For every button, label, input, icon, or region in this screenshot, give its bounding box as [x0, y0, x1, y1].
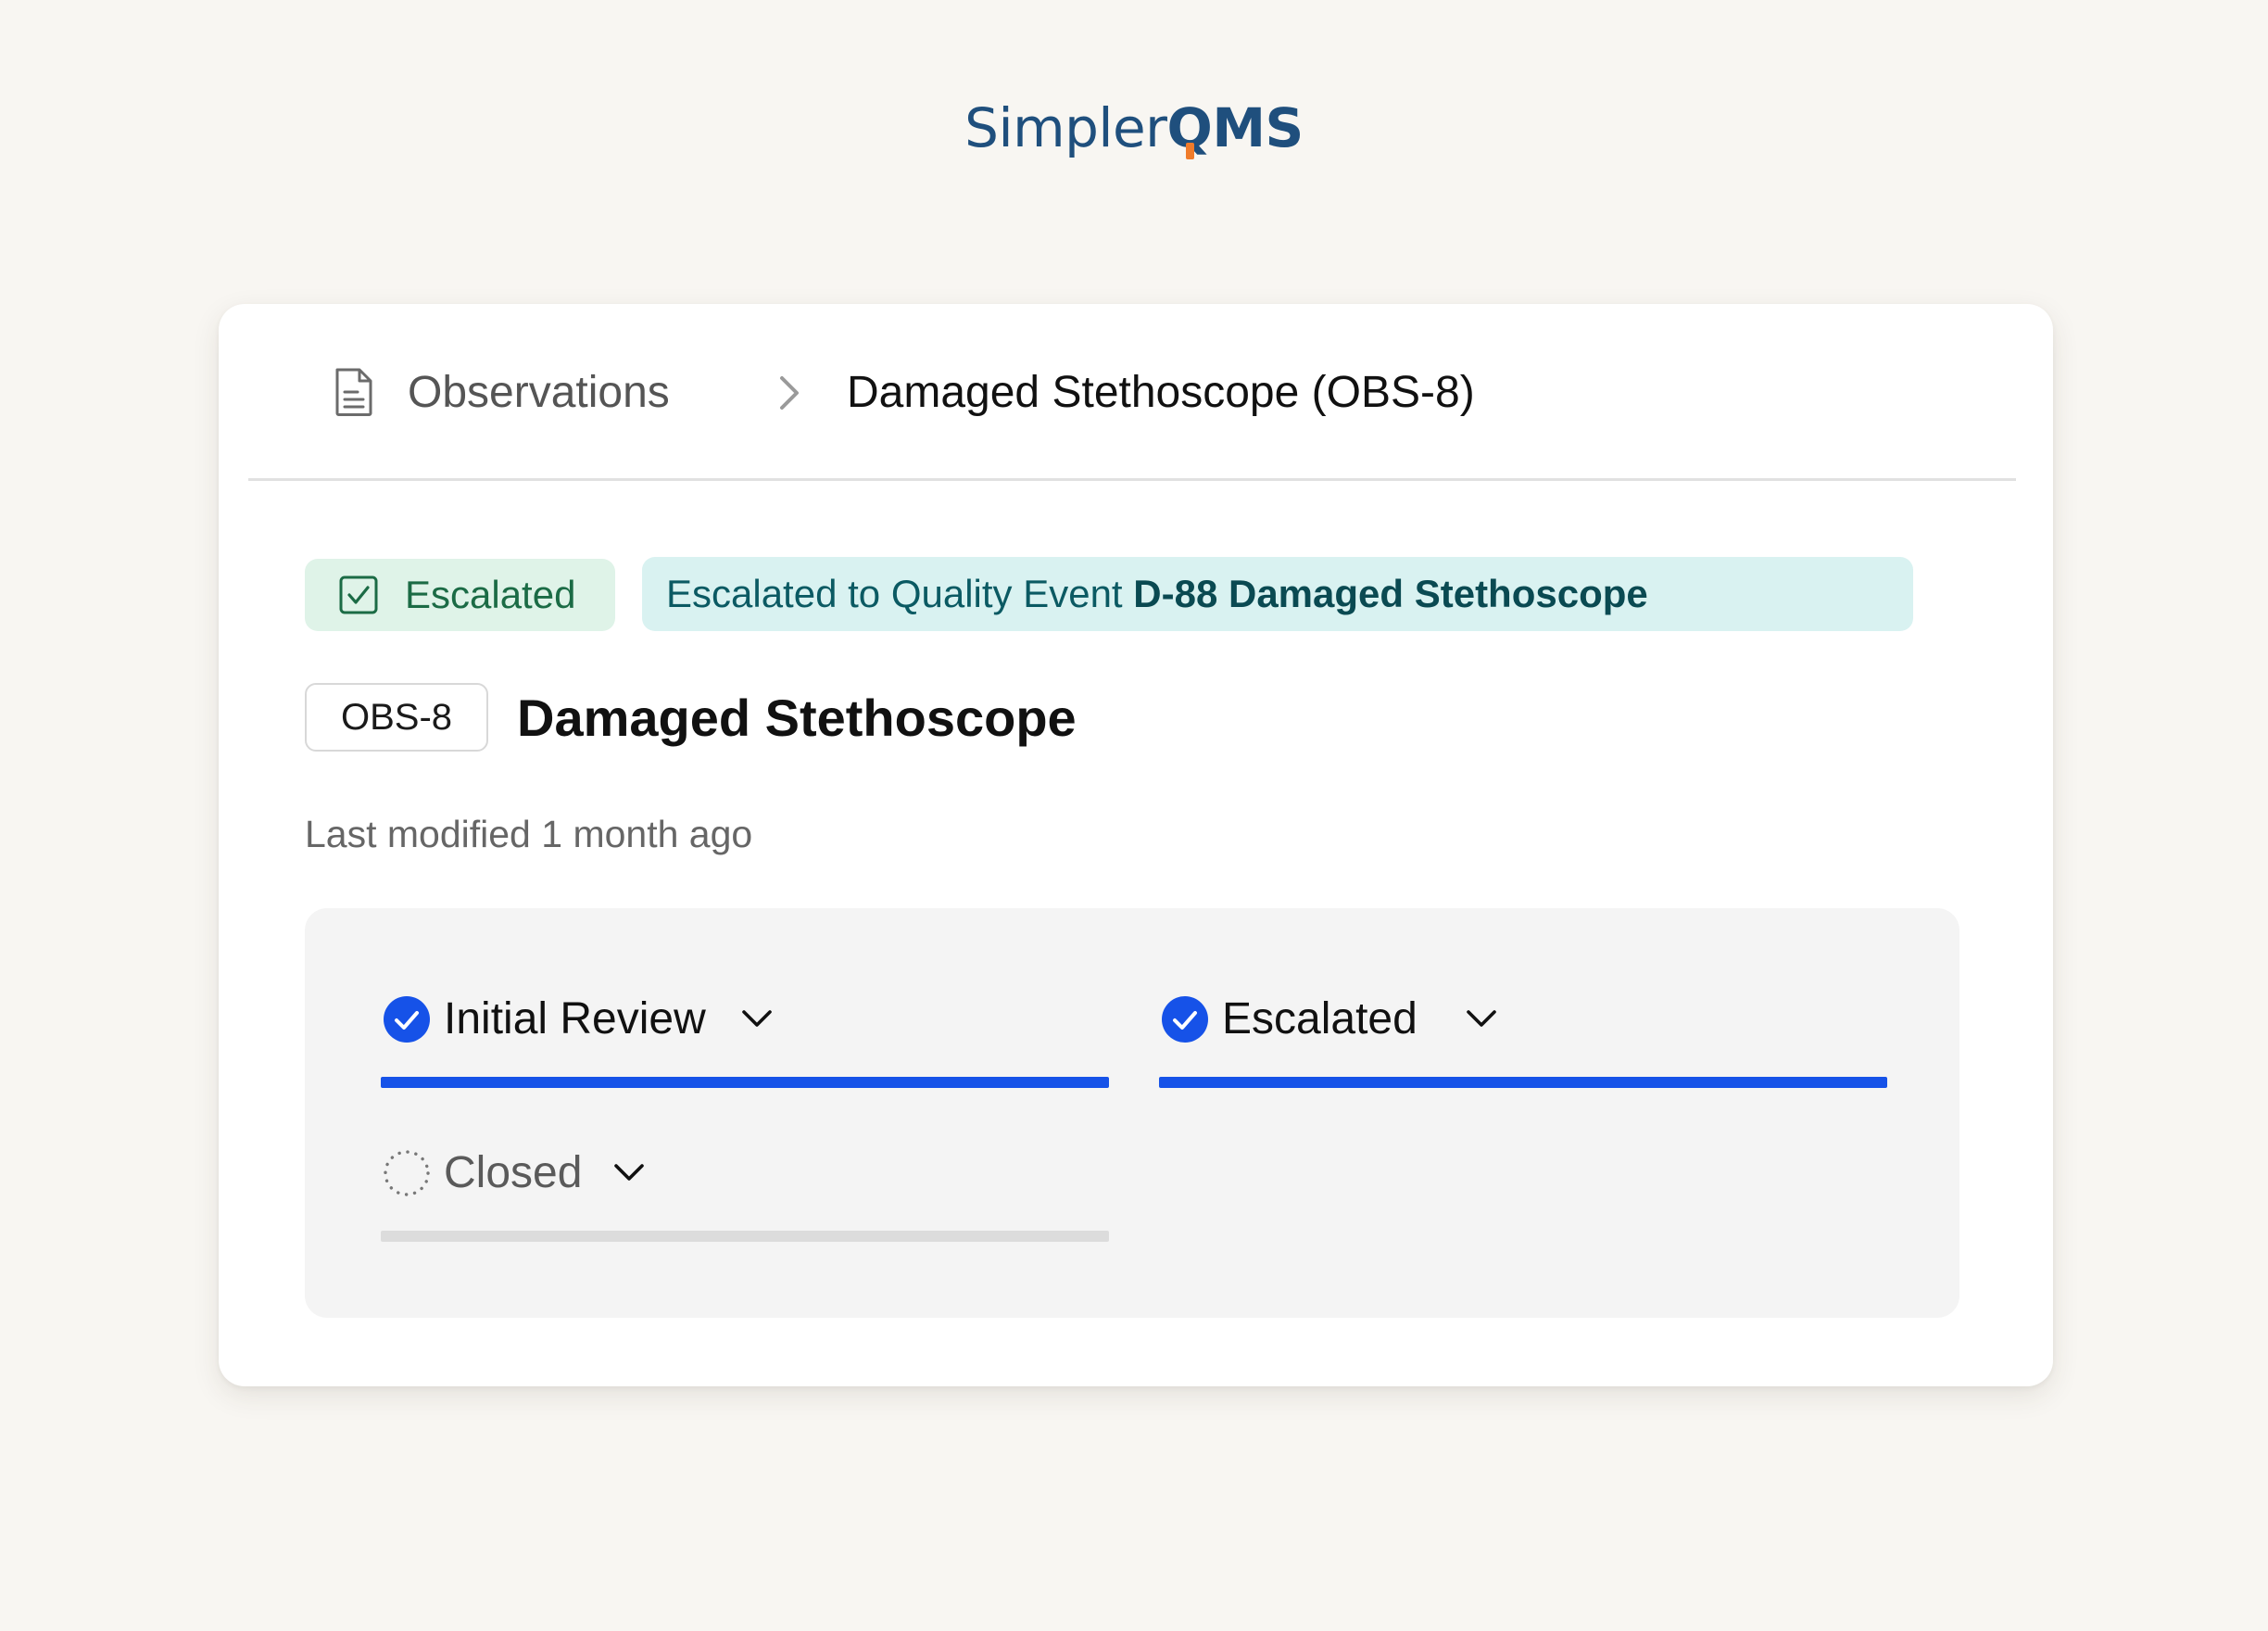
- check-circle-icon: [384, 996, 430, 1043]
- stage-progress-fill: [381, 1077, 1109, 1088]
- chevron-right-icon: [780, 376, 799, 410]
- stage-label-escalated: Escalated: [1222, 994, 1418, 1043]
- status-label: Escalated: [405, 573, 576, 616]
- breadcrumb-divider: [248, 478, 2016, 481]
- stage-dropdown-closed[interactable]: Closed: [381, 1144, 1109, 1203]
- dotted-circle-icon: [384, 1150, 430, 1196]
- quality-event-reference[interactable]: D-88 Damaged Stethoscope: [1133, 572, 1647, 615]
- checkbox-checked-icon: [339, 575, 378, 614]
- record-title: Damaged Stethoscope: [517, 689, 1077, 747]
- observation-card: Observations Damaged Stethoscope (OBS-8)…: [219, 304, 2053, 1386]
- chevron-down-icon[interactable]: [738, 1005, 775, 1034]
- breadcrumb-current-page: Damaged Stethoscope (OBS-8): [847, 368, 1475, 417]
- logo-ms-letters: MS: [1212, 96, 1304, 159]
- stage-dropdown-escalated[interactable]: Escalated: [1159, 990, 1887, 1049]
- check-circle-icon: [1162, 996, 1208, 1043]
- logo-qms-text: QMS: [1167, 96, 1304, 159]
- escalation-prefix-text: Escalated to Quality Event: [666, 572, 1134, 615]
- stage-progress-bar: [381, 1077, 1109, 1088]
- stage-progress-fill: [1159, 1077, 1887, 1088]
- stage-label-closed: Closed: [444, 1148, 583, 1197]
- quality-event-link[interactable]: Escalated to Quality Event D-88 Damaged …: [642, 557, 1913, 631]
- stage-dropdown-initial-review[interactable]: Initial Review: [381, 990, 1109, 1049]
- stage-label-initial-review: Initial Review: [444, 994, 706, 1043]
- chevron-down-icon[interactable]: [611, 1158, 648, 1188]
- logo-simpler-text: Simpler: [964, 96, 1167, 159]
- workflow-stages-panel: Initial Review Escalated Closed: [305, 908, 1959, 1318]
- record-id-badge: OBS-8: [305, 683, 488, 752]
- breadcrumb-observations-link[interactable]: Observations: [408, 367, 670, 419]
- status-badge: Escalated: [305, 559, 615, 631]
- breadcrumb: Observations Damaged Stethoscope (OBS-8): [219, 304, 2053, 480]
- workflow-stage-escalated: Escalated: [1159, 990, 1887, 1092]
- stage-progress-bar: [1159, 1077, 1887, 1088]
- workflow-stage-closed: Closed: [381, 1144, 1109, 1245]
- chevron-down-icon[interactable]: [1463, 1005, 1500, 1034]
- logo-q-letter: Q: [1166, 96, 1213, 159]
- simplerqms-logo: SimplerQMS: [0, 95, 2268, 161]
- workflow-stage-initial-review: Initial Review: [381, 990, 1109, 1092]
- last-modified-text: Last modified 1 month ago: [305, 813, 753, 855]
- stage-progress-bar: [381, 1231, 1109, 1242]
- document-icon: [335, 368, 372, 416]
